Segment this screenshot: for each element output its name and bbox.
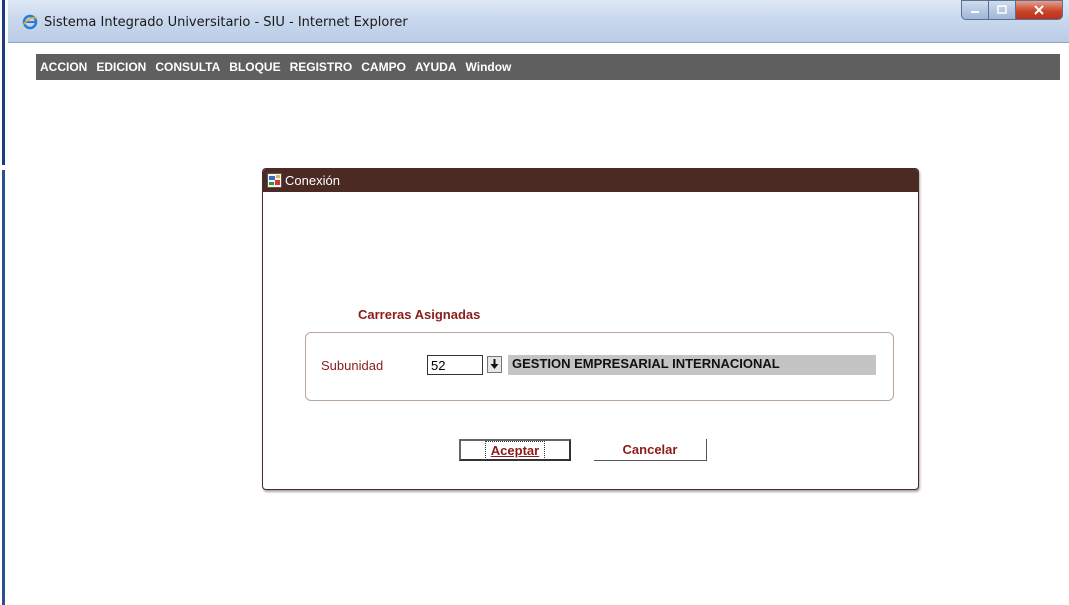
menu-item-accion[interactable]: ACCION [40,60,87,74]
ie-icon [22,14,38,30]
menu-item-bloque[interactable]: BLOQUE [229,60,280,74]
connection-dialog: Conexión Carreras Asignadas Subunidad GE… [262,168,919,490]
subunidad-code-field[interactable] [427,355,483,375]
menu-item-window[interactable]: Window [466,60,512,74]
dialog-title: Conexión [285,173,340,188]
cancel-button[interactable]: Cancelar [594,439,707,461]
menu-item-ayuda[interactable]: AYUDA [415,60,457,74]
subunidad-description-field: GESTION EMPRESARIAL INTERNACIONAL [508,355,876,375]
menu-item-edicion[interactable]: EDICION [96,60,146,74]
accept-button-label: Aceptar [484,440,546,460]
maximize-icon [997,5,1007,14]
section-label-carreras: Carreras Asignadas [358,307,481,322]
menu-item-campo[interactable]: CAMPO [361,60,406,74]
menu-item-consulta[interactable]: CONSULTA [155,60,220,74]
down-arrow-icon [490,359,499,369]
close-button[interactable] [1016,0,1063,20]
menu-item-registro[interactable]: REGISTRO [290,60,353,74]
window-title: Sistema Integrado Universitario - SIU - … [44,15,408,30]
minimize-icon [971,11,979,13]
window-titlebar: Sistema Integrado Universitario - SIU - … [8,0,1069,43]
left-edge-strip [0,0,8,605]
maximize-button[interactable] [989,0,1016,20]
subunidad-groupbox: Subunidad GESTION EMPRESARIAL INTERNACIO… [305,332,894,401]
accept-button[interactable]: Aceptar [459,439,571,461]
window-controls [961,0,1063,20]
edge-mark [2,170,5,605]
edge-mark [2,0,5,165]
dialog-titlebar[interactable]: Conexión [263,169,918,192]
subunidad-list-button[interactable] [487,356,502,373]
menu-bar: ACCION EDICION CONSULTA BLOQUE REGISTRO … [36,54,1060,80]
subunidad-label: Subunidad [321,358,384,373]
cancel-button-label: Cancelar [622,442,678,457]
minimize-button[interactable] [961,0,989,20]
form-icon [267,173,282,188]
close-icon [1034,5,1044,15]
